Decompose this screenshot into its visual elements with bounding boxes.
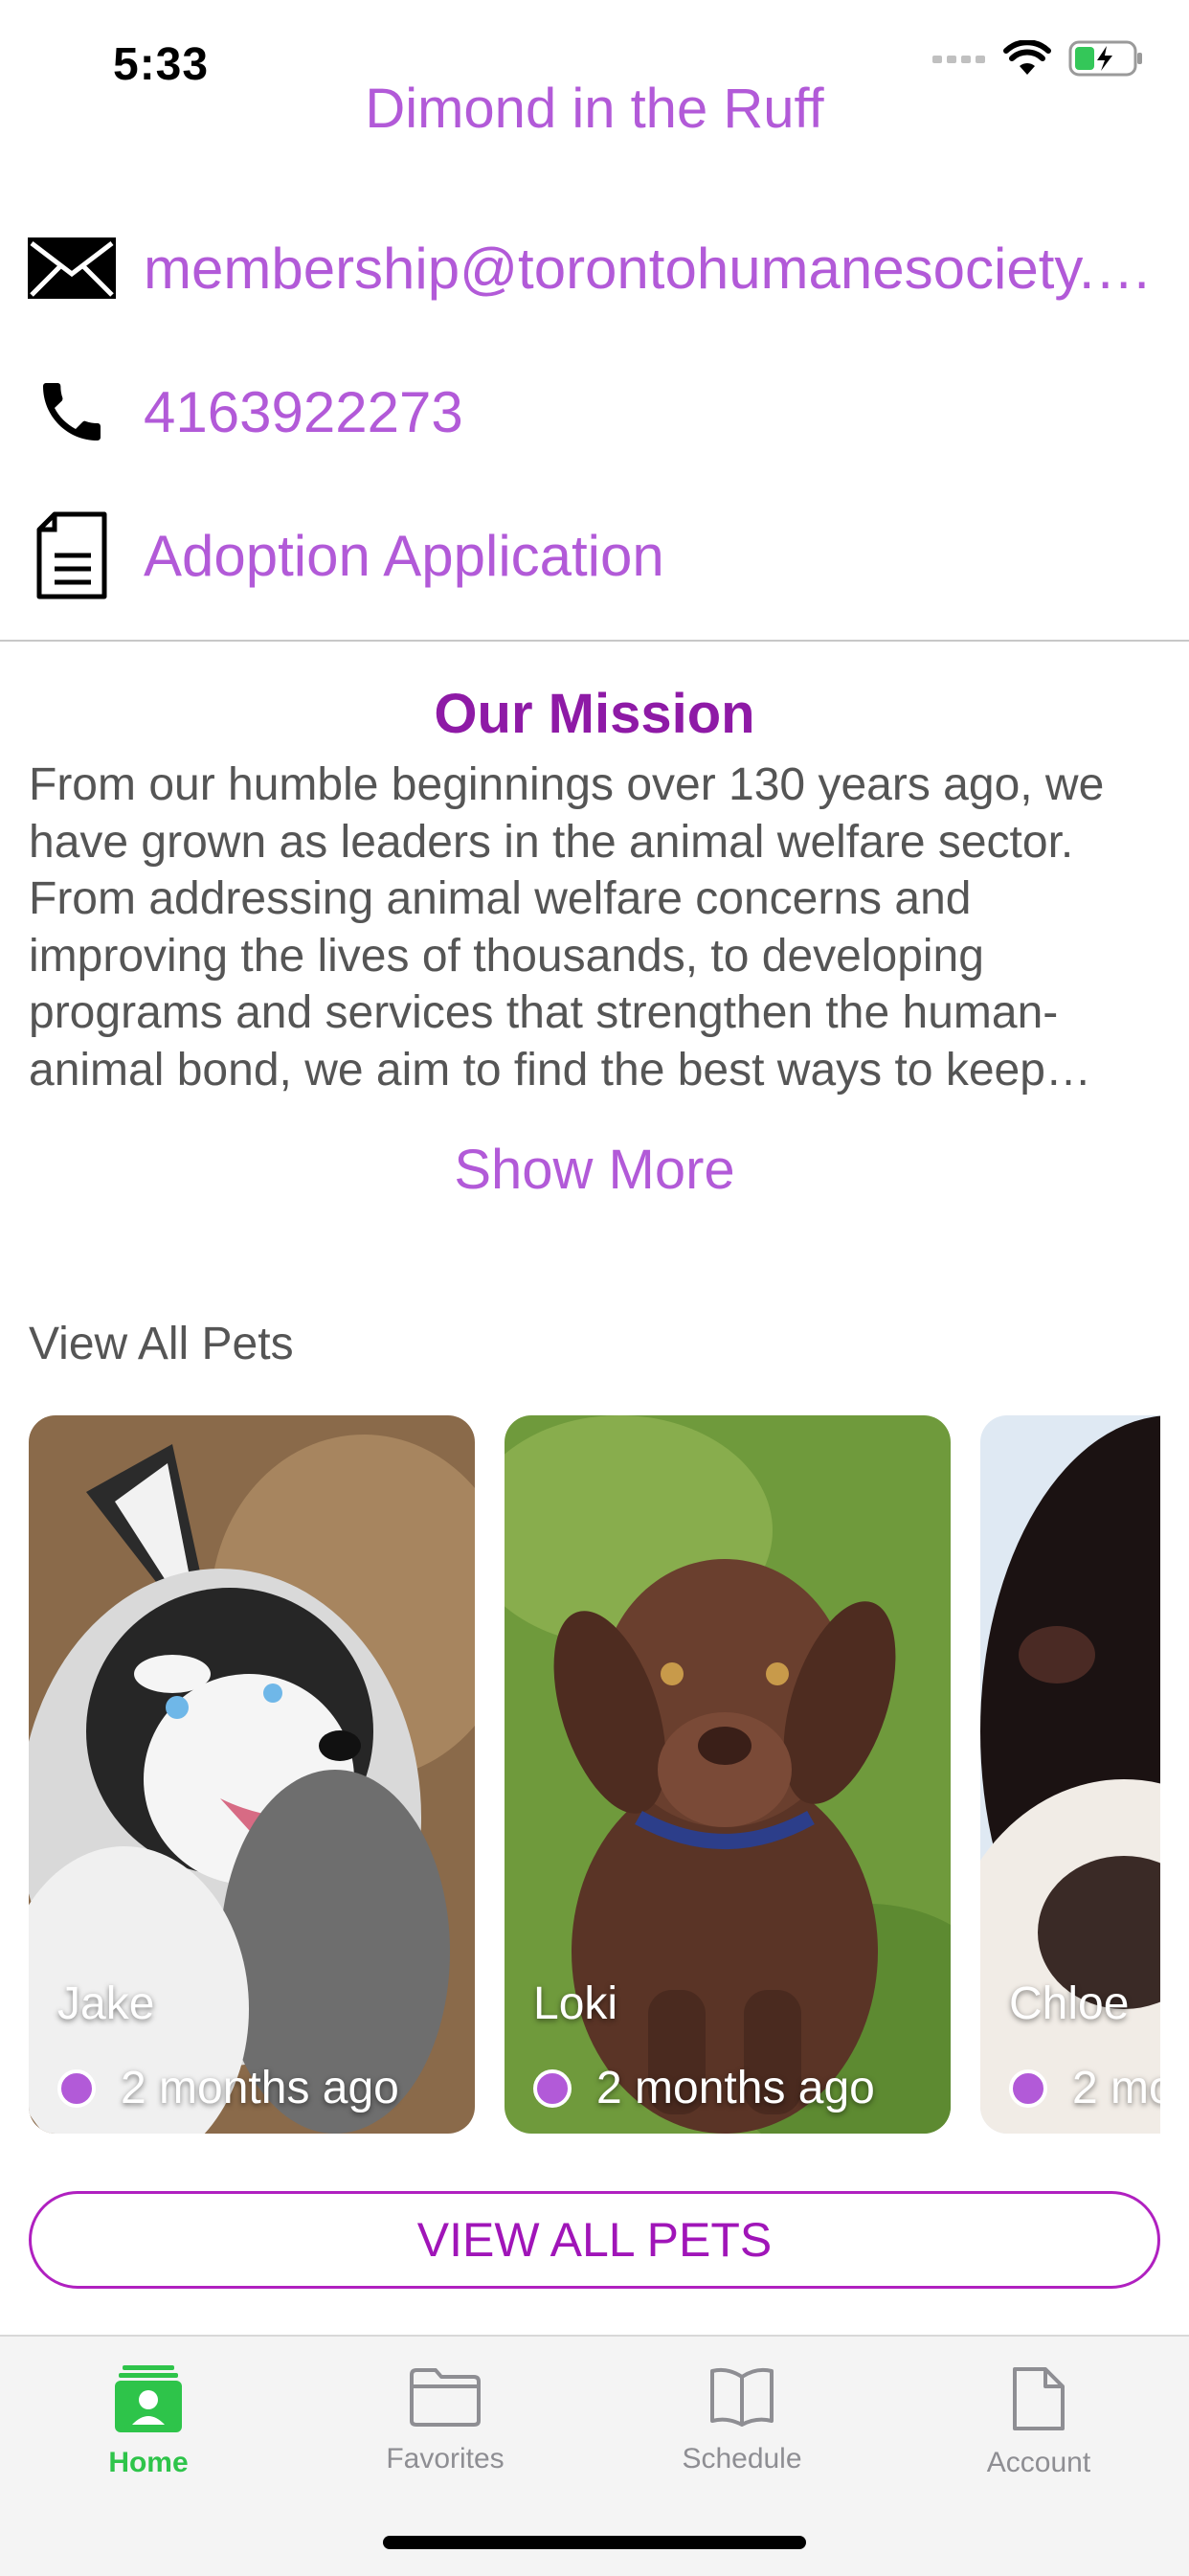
- envelope-icon: [0, 237, 144, 299]
- phone-row[interactable]: 4163922273: [0, 345, 1189, 479]
- tab-home[interactable]: Home: [0, 2365, 297, 2479]
- signal-icon: [932, 52, 986, 70]
- mission-text: From our humble beginnings over 130 year…: [29, 759, 1105, 1096]
- view-all-pets-label: View All Pets: [29, 1319, 294, 1369]
- adoption-application-link[interactable]: Adoption Application: [144, 523, 1158, 589]
- tab-schedule[interactable]: Schedule: [594, 2365, 890, 2475]
- contact-card-icon: [115, 2365, 182, 2437]
- document-icon: [0, 511, 144, 599]
- tab-label: Account: [986, 2447, 1091, 2478]
- email-link[interactable]: membership@torontohumanesociety.com: [144, 236, 1158, 302]
- status-dot: [1009, 2068, 1047, 2108]
- organization-title: Dimond in the Ruff: [365, 78, 824, 140]
- pet-time-row: 2 months ago: [533, 2062, 875, 2114]
- pet-time: 2 months ago: [596, 2063, 875, 2113]
- email-row[interactable]: membership@torontohumanesociety.com: [0, 201, 1189, 335]
- tab-favorites[interactable]: Favorites: [297, 2365, 594, 2475]
- pet-card-jake[interactable]: Jake 2 months ago: [29, 1415, 475, 2134]
- pet-time-row: 2 months ago: [57, 2062, 399, 2114]
- phone-link[interactable]: 4163922273: [144, 379, 1158, 445]
- application-row[interactable]: Adoption Application: [0, 488, 1189, 622]
- pet-time: 2 months ago: [121, 2063, 399, 2113]
- pet-name: Chloe: [1009, 1978, 1130, 2029]
- status-dot: [57, 2068, 96, 2108]
- battery-icon: [1068, 40, 1145, 81]
- divider: [0, 640, 1189, 642]
- pet-card-chloe[interactable]: Chloe 2 months ago: [980, 1415, 1160, 2134]
- document-icon: [1011, 2365, 1066, 2437]
- status-indicators: [932, 39, 1145, 81]
- pet-carousel[interactable]: Jake 2 months ago Loki 2 months ago Chlo…: [29, 1415, 1160, 2134]
- tab-account[interactable]: Account: [890, 2365, 1187, 2479]
- pet-name: Jake: [57, 1978, 155, 2029]
- view-all-pets-button[interactable]: VIEW ALL PETS: [29, 2191, 1160, 2289]
- pet-time-row: 2 months ago: [1009, 2062, 1160, 2114]
- pet-name: Loki: [533, 1978, 618, 2029]
- tab-label: Home: [108, 2447, 189, 2478]
- mission-title: Our Mission: [434, 683, 755, 745]
- wifi-icon: [1003, 39, 1051, 81]
- pet-time: 2 months ago: [1072, 2063, 1160, 2113]
- book-icon: [708, 2365, 775, 2433]
- tab-label: Favorites: [386, 2443, 505, 2474]
- tab-label: Schedule: [682, 2443, 802, 2474]
- show-more-button[interactable]: Show More: [0, 1138, 1189, 1202]
- pet-card-loki[interactable]: Loki 2 months ago: [505, 1415, 951, 2134]
- phone-icon: [0, 373, 144, 450]
- status-dot: [533, 2068, 572, 2108]
- folder-icon: [409, 2365, 482, 2433]
- home-indicator: [383, 2536, 806, 2549]
